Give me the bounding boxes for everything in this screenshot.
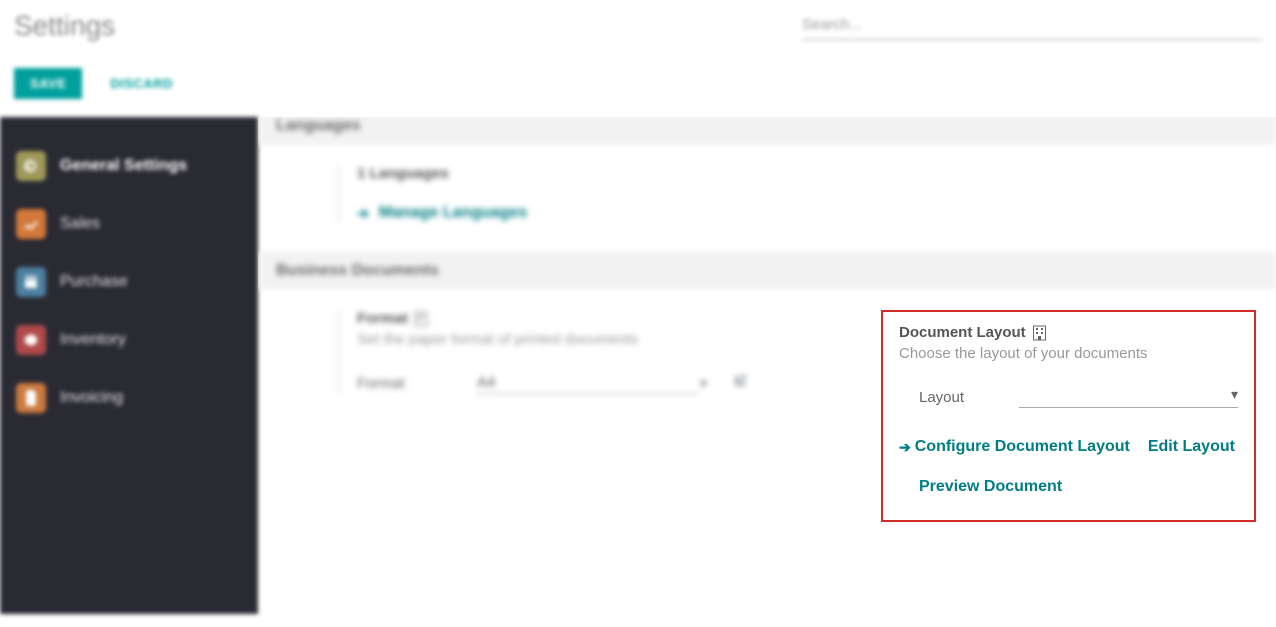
sidebar-item-purchase[interactable]: Purchase <box>0 253 258 311</box>
search-input[interactable] <box>802 12 1262 39</box>
layout-select[interactable] <box>1019 386 1238 408</box>
section-header-languages: Languages <box>258 117 1276 145</box>
languages-count: 1 Languages <box>357 165 722 182</box>
sidebar-item-label: Purchase <box>60 273 128 291</box>
page-title: Settings <box>14 10 115 42</box>
document-layout-highlight: Document Layout Choose the layout of you… <box>881 310 1256 522</box>
document-icon <box>16 383 46 413</box>
arrow-right-icon: ➔ <box>899 439 911 456</box>
box-icon <box>16 325 46 355</box>
arrow-right-icon: ➔ <box>357 205 369 222</box>
sidebar-item-label: Sales <box>60 215 100 233</box>
layout-label: Layout <box>899 389 999 406</box>
chevron-down-icon[interactable]: ▾ <box>1231 386 1238 403</box>
document-layout-description: Choose the layout of your documents <box>899 345 1238 362</box>
chart-icon <box>16 209 46 239</box>
sidebar-item-general-settings[interactable]: General Settings <box>0 137 258 195</box>
sidebar-item-label: General Settings <box>60 157 187 175</box>
sidebar-item-sales[interactable]: Sales <box>0 195 258 253</box>
gear-icon <box>16 151 46 181</box>
discard-button[interactable]: DISCARD <box>94 68 189 99</box>
format-select[interactable] <box>477 372 698 394</box>
settings-sidebar: General Settings Sales Purchase Inventor… <box>0 117 258 614</box>
building-icon <box>1032 325 1047 341</box>
page-icon <box>414 311 428 327</box>
search-field-wrap <box>802 12 1262 40</box>
external-link-icon[interactable] <box>733 374 747 392</box>
format-title: Format <box>357 310 408 327</box>
edit-layout-link[interactable]: Edit Layout <box>1148 438 1235 456</box>
save-button[interactable]: SAVE <box>14 68 82 99</box>
document-layout-title: Document Layout <box>899 324 1026 341</box>
sidebar-item-inventory[interactable]: Inventory <box>0 311 258 369</box>
configure-document-layout-link[interactable]: Configure Document Layout <box>915 438 1130 456</box>
manage-languages-link[interactable]: Manage Languages <box>379 204 527 222</box>
section-header-business-documents: Business Documents <box>258 252 1276 290</box>
chevron-down-icon[interactable]: ▾ <box>700 375 707 392</box>
cart-icon <box>16 267 46 297</box>
format-label: Format <box>357 375 457 392</box>
sidebar-item-label: Inventory <box>60 331 126 349</box>
sidebar-item-label: Invoicing <box>60 389 123 407</box>
preview-document-link[interactable]: Preview Document <box>899 478 1062 496</box>
sidebar-item-invoicing[interactable]: Invoicing <box>0 369 258 427</box>
format-description: Set the paper format of printed document… <box>357 331 747 348</box>
